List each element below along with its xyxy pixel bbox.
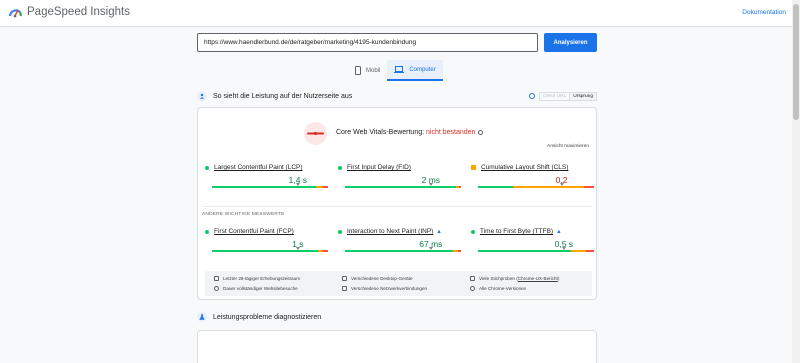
distribution-bar	[345, 186, 461, 188]
app-title: PageSpeed Insights	[27, 6, 130, 18]
distribution-bar	[478, 186, 594, 188]
info-icon[interactable]	[529, 93, 536, 99]
metric-cls: Cumulative Layout Shift (CLS) 0,2	[471, 164, 594, 188]
good-indicator-icon	[205, 165, 209, 170]
diagnose-title: Leistungsprobleme diagnostizieren	[213, 313, 322, 321]
data-devices: Verschiedene Desktop-Geräte	[342, 276, 413, 281]
good-indicator-icon	[205, 229, 209, 234]
expand-view-link[interactable]: Ansicht maximieren	[547, 144, 589, 149]
laptop-icon	[394, 66, 405, 73]
pagespeed-gauge-icon	[8, 9, 22, 18]
distribution-bar	[345, 250, 461, 252]
phone-icon	[355, 66, 361, 75]
lab-data-card	[197, 330, 597, 363]
help-icon[interactable]	[478, 129, 484, 135]
metric-label[interactable]: Largest Contentful Paint (LCP)	[214, 164, 303, 171]
experimental-flask-icon[interactable]: ▲	[436, 229, 441, 235]
distribution-bar	[212, 250, 328, 252]
pagespeed-logo[interactable]: PageSpeed Insights	[8, 6, 130, 18]
data-chrome-versions-text: Alle Chrome-Versionen	[479, 286, 527, 291]
tab-desktop[interactable]: Computer	[387, 60, 443, 81]
crux-logo	[304, 122, 327, 145]
distribution-good	[478, 250, 571, 252]
data-visit-duration-text: Dauer vollständiger Websitebesuche	[223, 286, 298, 291]
field-data-card: Core Web Vitals-Bewertung: nicht bestand…	[197, 107, 597, 300]
section-divider	[202, 206, 592, 207]
scrollbar[interactable]	[792, 0, 800, 363]
metric-lcp: Largest Contentful Paint (LCP) 1,4 s	[205, 164, 328, 188]
data-connections-text: Verschiedene Netzwerkverbindungen	[351, 286, 428, 291]
distribution-needs-improvement	[570, 250, 586, 252]
metric-fid: First Input Delay (FID) 2 ms	[338, 164, 461, 188]
tab-mobile-label: Mobil	[366, 67, 381, 74]
distribution-needs-improvement	[452, 250, 458, 252]
distribution-good	[345, 186, 457, 188]
data-connections: Verschiedene Netzwerkverbindungen	[342, 286, 427, 291]
distribution-needs-improvement	[316, 186, 324, 188]
tab-mobile[interactable]: Mobil	[348, 60, 387, 81]
metric-ttfb: Time to First Byte (TTFB) ▲ 0,5 s	[471, 228, 594, 252]
people-icon	[197, 91, 207, 101]
device-tabs: Mobil Computer	[348, 60, 443, 81]
distribution-good	[212, 186, 317, 188]
good-indicator-icon	[338, 165, 342, 170]
data-info-panel: Letzter 28-tägiger Erhebungszeitraum Ver…	[205, 271, 592, 296]
data-chrome-versions: Alle Chrome-Versionen	[470, 286, 526, 291]
tab-desktop-label: Computer	[409, 66, 436, 73]
data-samples-prefix: Viele Stichproben (	[479, 276, 518, 281]
metric-inp: Interaction to Next Paint (INP) ▲ 67 ms	[338, 228, 461, 252]
stopwatch-icon	[214, 286, 219, 291]
wifi-icon	[342, 286, 347, 291]
distribution-good	[478, 186, 513, 188]
chrome-icon	[470, 286, 475, 291]
data-period: Letzter 28-tägiger Erhebungszeitraum	[214, 276, 300, 281]
metric-label[interactable]: First Contentful Paint (FCP)	[214, 228, 294, 235]
distribution-needs-improvement	[512, 186, 584, 188]
distribution-good	[212, 250, 318, 252]
cwv-assessment-label: Core Web Vitals-Bewertung:	[336, 129, 427, 136]
scrollbar-thumb[interactable]	[793, 4, 799, 120]
data-period-text: Letzter 28-tägiger Erhebungszeitraum	[223, 276, 301, 281]
distribution-needs-improvement	[317, 250, 324, 252]
distribution-good	[345, 250, 453, 252]
data-samples: Viele Stichproben (Chrome-UX-Bericht)	[470, 276, 559, 281]
data-devices-text: Verschiedene Desktop-Geräte	[351, 276, 413, 281]
url-input[interactable]	[197, 33, 538, 52]
top-bar: PageSpeed Insights Dokumentation	[0, 0, 792, 27]
this-url-option[interactable]: Diese URL	[539, 91, 570, 101]
url-origin-toggle: Diese URL Ursprung	[529, 91, 597, 101]
desktop-icon	[342, 276, 347, 281]
cwv-assessment-status: nicht bestanden	[426, 129, 476, 136]
metric-label[interactable]: Interaction to Next Paint (INP)	[347, 228, 433, 235]
good-indicator-icon	[471, 229, 475, 234]
distribution-needs-improvement	[456, 186, 459, 188]
section-title: So sieht die Leistung auf der Nutzerseit…	[213, 92, 353, 100]
metric-fcp: First Contentful Paint (FCP) 1 s	[205, 228, 328, 252]
calendar-icon	[214, 276, 219, 281]
distribution-bar	[212, 186, 328, 188]
people-group-icon	[470, 276, 475, 281]
data-samples-suffix: )	[557, 276, 560, 281]
metric-label[interactable]: First Input Delay (FID)	[347, 164, 411, 171]
lab-flask-icon	[197, 312, 207, 322]
distribution-bar	[478, 250, 594, 252]
metric-label[interactable]: Cumulative Layout Shift (CLS)	[481, 164, 568, 171]
needs-improvement-indicator-icon	[471, 165, 476, 170]
data-visit-duration: Dauer vollständiger Websitebesuche	[214, 286, 298, 291]
good-indicator-icon	[338, 229, 342, 234]
cwv-assessment: Core Web Vitals-Bewertung: nicht bestand…	[336, 129, 484, 136]
analyze-button[interactable]: Analysieren	[544, 33, 597, 52]
metric-label[interactable]: Time to First Byte (TTFB)	[480, 228, 553, 235]
user-experience-header: So sieht die Leistung auf der Nutzerseit…	[197, 91, 597, 101]
diagnose-header: Leistungsprobleme diagnostizieren	[197, 312, 597, 322]
experimental-flask-icon[interactable]: ▲	[556, 229, 561, 235]
documentation-link[interactable]: Dokumentation	[742, 9, 786, 16]
origin-option[interactable]: Ursprung	[569, 91, 597, 101]
chrome-ux-report-link[interactable]: Chrome-UX-Bericht	[518, 276, 558, 281]
other-metrics-title: ANDERE WICHTIGE MESSWERTE	[202, 212, 285, 217]
